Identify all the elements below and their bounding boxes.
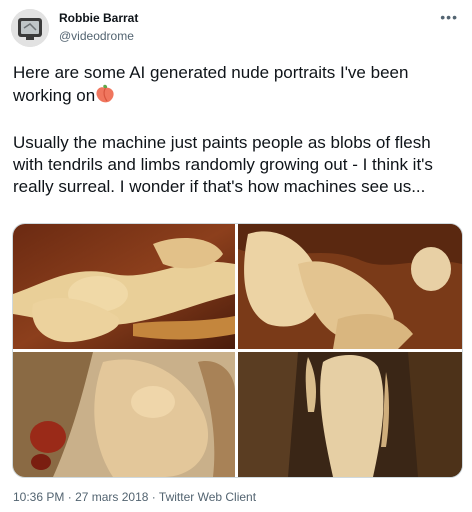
meta-separator-2: · <box>151 490 156 504</box>
media-image-1[interactable] <box>13 224 235 349</box>
tweet-source[interactable]: Twitter Web Client <box>159 490 256 504</box>
meta-separator: · <box>67 490 72 504</box>
media-grid <box>12 223 463 478</box>
tweet-card: Robbie Barrat @videodrome ••• Here are s… <box>0 0 472 512</box>
tweet-paragraph-1: Here are some AI generated nude portrait… <box>13 62 465 110</box>
tweet-paragraph-2: Usually the machine just paints people a… <box>13 133 433 196</box>
tweet-paragraph-1-text: Here are some AI generated nude portrait… <box>13 63 409 105</box>
media-image-4[interactable] <box>238 352 462 477</box>
tweet-time[interactable]: 10:36 PM <box>13 490 64 504</box>
media-image-2[interactable] <box>238 224 462 349</box>
media-image-3[interactable] <box>13 352 235 477</box>
avatar[interactable] <box>11 9 49 47</box>
tweet-meta: 10:36 PM · 27 mars 2018 · Twitter Web Cl… <box>13 490 256 504</box>
tweet-date[interactable]: 27 mars 2018 <box>75 490 148 504</box>
more-options-icon[interactable]: ••• <box>440 9 458 25</box>
author-name[interactable]: Robbie Barrat <box>59 11 138 25</box>
peach-emoji-icon <box>95 84 116 110</box>
avatar-image <box>11 9 49 47</box>
author-handle[interactable]: @videodrome <box>59 29 134 43</box>
tweet-text: Here are some AI generated nude portrait… <box>13 62 465 198</box>
